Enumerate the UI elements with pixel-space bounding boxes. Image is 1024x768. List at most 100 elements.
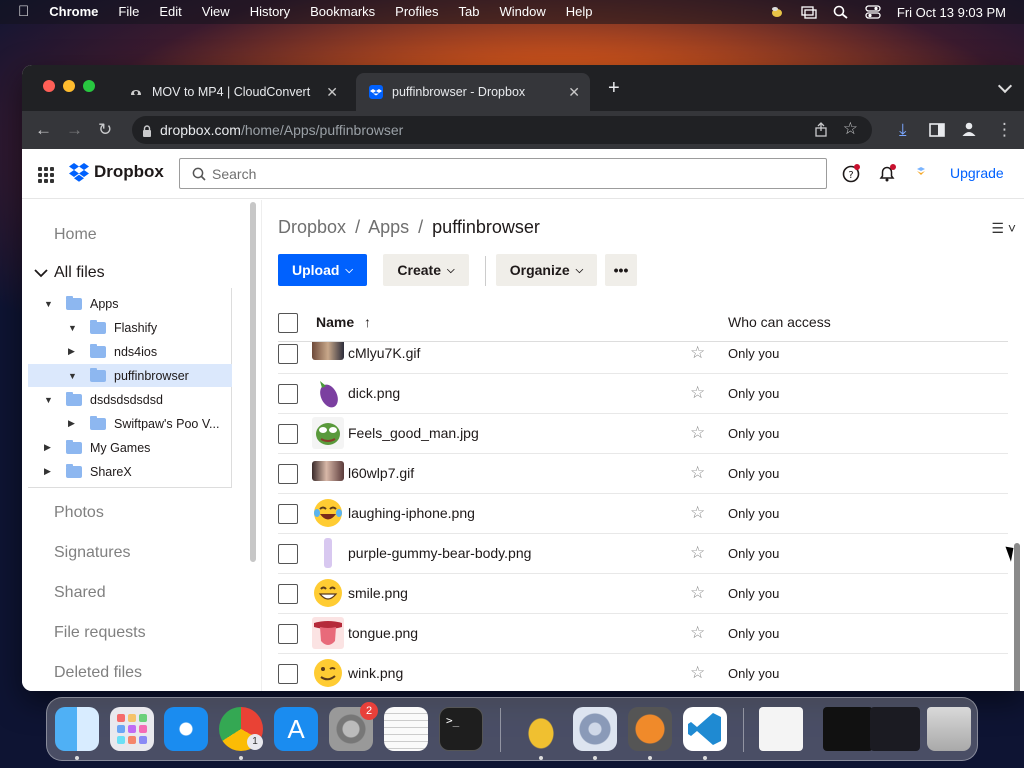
file-name[interactable]: laughing-iphone.png bbox=[348, 505, 475, 521]
tree-item-my-games[interactable]: ▶ My Games bbox=[28, 436, 232, 459]
table-row[interactable]: wink.png ☆ Only you bbox=[278, 654, 1008, 691]
chrome-menu-icon[interactable]: ⋮ bbox=[996, 120, 1013, 140]
row-checkbox[interactable] bbox=[278, 344, 298, 364]
tree-item-sharex[interactable]: ▶ ShareX bbox=[28, 460, 232, 483]
tree-item-nds4ios[interactable]: ▶ nds4ios bbox=[28, 340, 232, 363]
profile-icon[interactable] bbox=[961, 121, 977, 142]
menu-window[interactable]: Window bbox=[500, 0, 546, 24]
file-name[interactable]: purple-gummy-bear-body.png bbox=[348, 545, 531, 561]
side-panel-icon[interactable] bbox=[929, 122, 945, 142]
table-row[interactable]: purple-gummy-bear-body.png ☆ Only you bbox=[278, 534, 1008, 574]
breadcrumb-apps[interactable]: Apps bbox=[368, 217, 409, 237]
chevron-right-icon[interactable]: ▶ bbox=[44, 442, 51, 453]
star-icon[interactable]: ☆ bbox=[690, 343, 705, 363]
file-name[interactable]: wink.png bbox=[348, 665, 403, 681]
new-tab-button[interactable]: + bbox=[608, 77, 620, 100]
app-grid-icon[interactable] bbox=[38, 167, 54, 183]
row-checkbox[interactable] bbox=[278, 544, 298, 564]
app-store-icon[interactable]: A bbox=[274, 707, 318, 751]
finder-icon[interactable] bbox=[55, 707, 99, 751]
sidebar-scrollbar[interactable] bbox=[250, 202, 256, 562]
table-row[interactable]: laughing-iphone.png ☆ Only you bbox=[278, 494, 1008, 534]
safari-icon[interactable] bbox=[164, 707, 208, 751]
account-avatar-icon[interactable] bbox=[914, 165, 934, 185]
control-center-icon[interactable] bbox=[865, 5, 881, 19]
star-icon[interactable]: ☆ bbox=[690, 543, 705, 563]
breadcrumb-root[interactable]: Dropbox bbox=[278, 217, 346, 237]
preferences-gear-icon[interactable] bbox=[573, 707, 617, 751]
sidebar-file-requests[interactable]: File requests bbox=[54, 624, 146, 642]
lock-icon[interactable] bbox=[142, 124, 152, 137]
sidebar-signatures[interactable]: Signatures bbox=[54, 544, 131, 562]
apple-menu-icon[interactable]:  bbox=[18, 0, 29, 24]
create-button[interactable]: Create ⌵ bbox=[383, 254, 469, 286]
chevron-right-icon[interactable]: ▶ bbox=[44, 466, 51, 477]
tab-cloudconvert[interactable]: MOV to MP4 | CloudConvert ✕ bbox=[116, 73, 348, 111]
sidebar-home[interactable]: Home bbox=[54, 226, 97, 244]
menubar-clock[interactable]: Fri Oct 13 9:03 PM bbox=[897, 5, 1006, 20]
star-icon[interactable]: ☆ bbox=[690, 383, 705, 403]
download-icon[interactable]: ⤓ bbox=[899, 120, 907, 140]
downloader-icon[interactable] bbox=[628, 707, 672, 751]
close-window-button[interactable] bbox=[43, 80, 55, 92]
dropbox-logo[interactable]: Dropbox bbox=[68, 162, 164, 182]
zoom-window-button[interactable] bbox=[83, 80, 95, 92]
menu-history[interactable]: History bbox=[250, 0, 290, 24]
file-name[interactable]: dick.png bbox=[348, 385, 400, 401]
back-arrow-icon[interactable]: ← bbox=[35, 120, 52, 140]
sidebar-all-files[interactable]: All files bbox=[34, 264, 105, 282]
file-name[interactable]: l60wlp7.gif bbox=[348, 465, 414, 481]
table-row[interactable]: tongue.png ☆ Only you bbox=[278, 614, 1008, 654]
sidebar-photos[interactable]: Photos bbox=[54, 504, 104, 522]
upgrade-link[interactable]: Upgrade bbox=[950, 165, 1004, 181]
table-row[interactable]: l60wlp7.gif ☆ Only you bbox=[278, 454, 1008, 494]
menu-tab[interactable]: Tab bbox=[459, 0, 480, 24]
chevron-right-icon[interactable]: ▶ bbox=[68, 418, 75, 429]
sidebar-shared[interactable]: Shared bbox=[54, 584, 106, 602]
row-checkbox[interactable] bbox=[278, 664, 298, 684]
star-icon[interactable]: ☆ bbox=[690, 623, 705, 643]
menu-bookmarks[interactable]: Bookmarks bbox=[310, 0, 375, 24]
reload-icon[interactable]: ↻ bbox=[98, 120, 112, 140]
tree-item-puffinbrowser[interactable]: ▼ puffinbrowser bbox=[28, 364, 232, 387]
menu-file[interactable]: File bbox=[118, 0, 139, 24]
minimize-window-button[interactable] bbox=[63, 80, 75, 92]
column-name[interactable]: Name ↑ bbox=[316, 314, 371, 330]
menu-chrome[interactable]: Chrome bbox=[49, 0, 98, 24]
star-icon[interactable]: ☆ bbox=[690, 463, 705, 483]
table-row[interactable]: smile.png ☆ Only you bbox=[278, 574, 1008, 614]
table-row[interactable]: dick.png ☆ Only you bbox=[278, 374, 1008, 414]
notification-bell-icon[interactable] bbox=[877, 164, 897, 184]
menu-profiles[interactable]: Profiles bbox=[395, 0, 438, 24]
star-icon[interactable]: ☆ bbox=[690, 583, 705, 603]
main-scrollbar[interactable] bbox=[1014, 543, 1020, 691]
star-icon[interactable]: ☆ bbox=[690, 423, 705, 443]
chevron-right-icon[interactable]: ▶ bbox=[68, 346, 75, 357]
column-access[interactable]: Who can access bbox=[728, 314, 831, 330]
file-name[interactable]: tongue.png bbox=[348, 625, 418, 641]
share-icon[interactable] bbox=[814, 122, 828, 140]
window-stack-icon[interactable] bbox=[870, 707, 920, 751]
star-icon[interactable]: ☆ bbox=[690, 663, 705, 683]
row-checkbox[interactable] bbox=[278, 504, 298, 524]
bookmark-star-icon[interactable]: ☆ bbox=[843, 119, 858, 139]
bee-status-icon[interactable] bbox=[769, 5, 785, 19]
file-name[interactable]: smile.png bbox=[348, 585, 408, 601]
screenshot-stack-icon[interactable] bbox=[823, 707, 873, 751]
help-icon[interactable]: ? bbox=[841, 164, 861, 184]
organize-button[interactable]: Organize ⌵ bbox=[496, 254, 597, 286]
menu-edit[interactable]: Edit bbox=[159, 0, 181, 24]
row-checkbox[interactable] bbox=[278, 464, 298, 484]
vscode-icon[interactable] bbox=[683, 707, 727, 751]
chevron-down-icon[interactable]: ▼ bbox=[68, 371, 77, 381]
terminal-icon[interactable]: >_ bbox=[439, 707, 483, 751]
menu-help[interactable]: Help bbox=[566, 0, 593, 24]
row-checkbox[interactable] bbox=[278, 384, 298, 404]
tree-item-swiftpaws[interactable]: ▶ Swiftpaw's Poo V... bbox=[28, 412, 232, 435]
textedit-icon[interactable] bbox=[384, 707, 428, 751]
chevron-down-icon[interactable]: ▼ bbox=[44, 395, 53, 405]
chevron-down-icon[interactable]: ▼ bbox=[68, 323, 77, 333]
menu-view[interactable]: View bbox=[202, 0, 230, 24]
close-tab-icon[interactable]: ✕ bbox=[568, 84, 580, 101]
launchpad-icon[interactable] bbox=[110, 707, 154, 751]
